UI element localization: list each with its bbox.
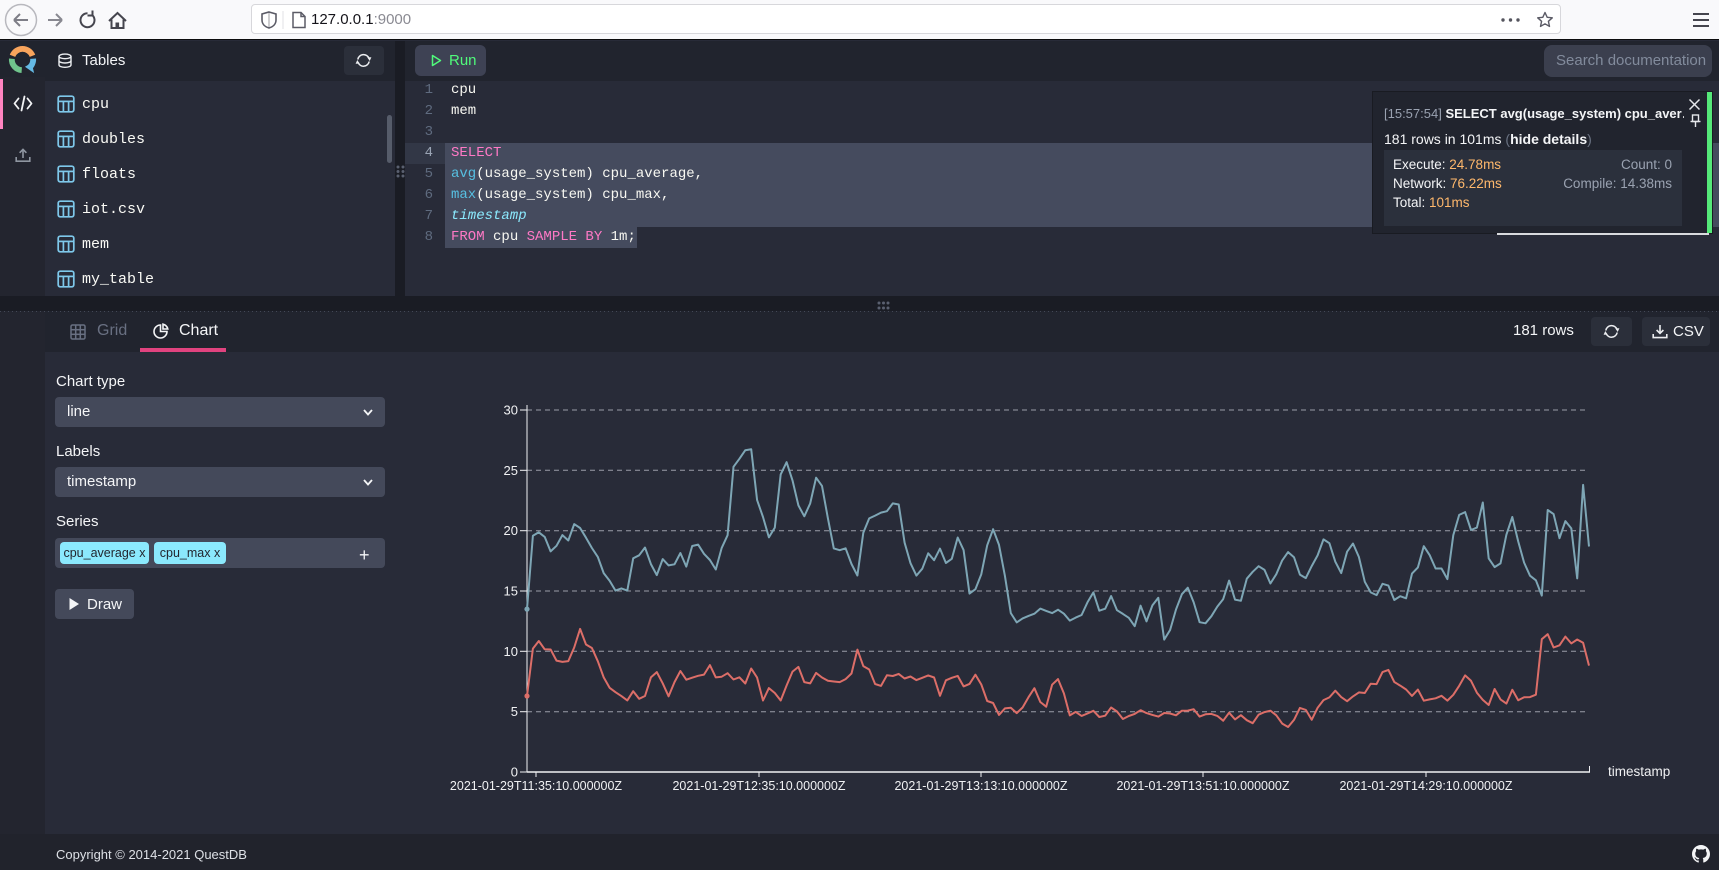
- svg-text:2021-01-29T13:13:10.000000Z: 2021-01-29T13:13:10.000000Z: [894, 779, 1067, 793]
- svg-text:0: 0: [511, 765, 518, 780]
- svg-text:20: 20: [504, 523, 518, 538]
- svg-text:30: 30: [504, 403, 518, 418]
- svg-text:2021-01-29T14:29:10.000000Z: 2021-01-29T14:29:10.000000Z: [1339, 779, 1512, 793]
- svg-text:2021-01-29T13:51:10.000000Z: 2021-01-29T13:51:10.000000Z: [1116, 779, 1289, 793]
- svg-text:25: 25: [504, 463, 518, 478]
- svg-text:2021-01-29T12:35:10.000000Z: 2021-01-29T12:35:10.000000Z: [672, 779, 845, 793]
- svg-text:2021-01-29T11:35:10.000000Z: 2021-01-29T11:35:10.000000Z: [450, 779, 622, 793]
- svg-text:5: 5: [511, 704, 518, 719]
- svg-text:10: 10: [504, 644, 518, 659]
- svg-text:15: 15: [504, 584, 518, 599]
- svg-text:timestamp: timestamp: [1608, 764, 1670, 779]
